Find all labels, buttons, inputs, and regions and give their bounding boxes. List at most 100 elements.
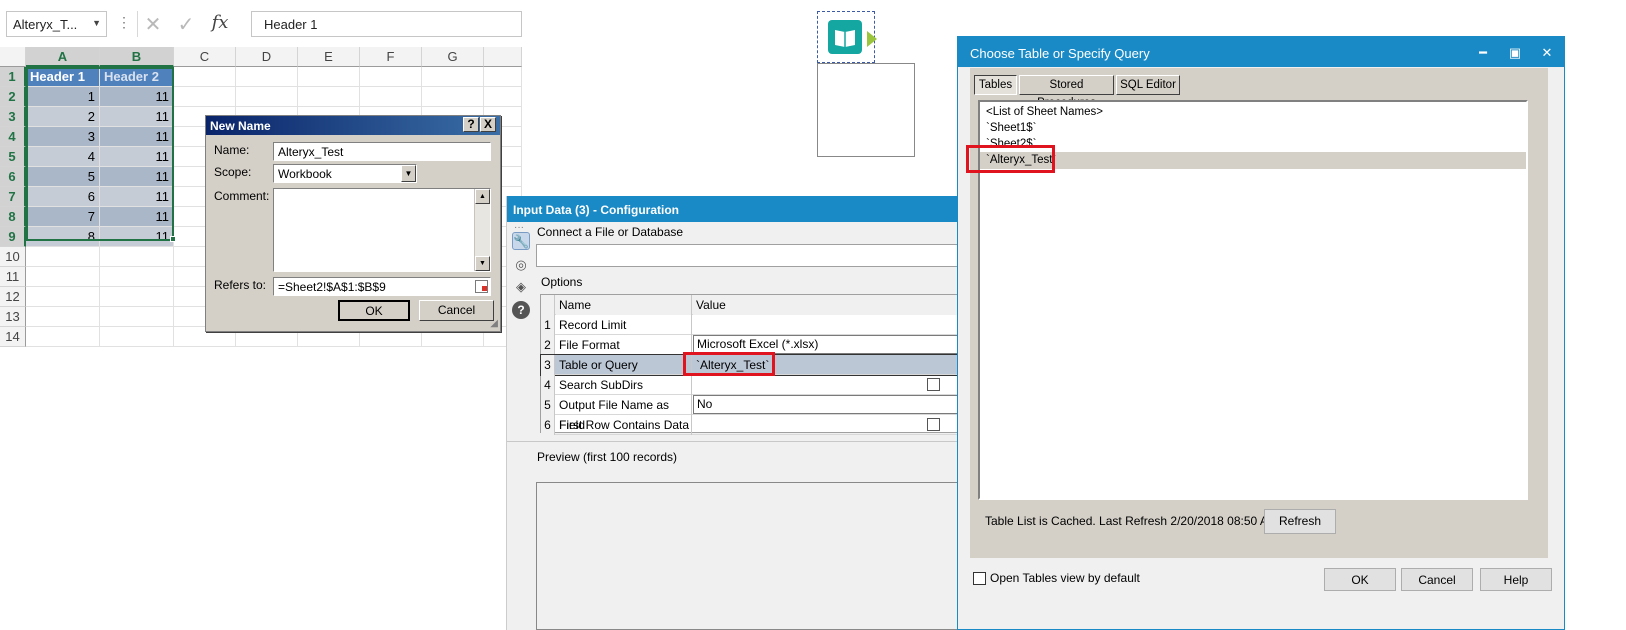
column-header-g[interactable]: G xyxy=(422,47,484,67)
grid-cell[interactable] xyxy=(26,327,100,347)
cancel-button[interactable]: Cancel xyxy=(1401,568,1473,591)
insert-function-icon[interactable]: fx xyxy=(206,12,234,36)
scope-select[interactable]: Workbook ▼ xyxy=(273,164,417,183)
open-tables-checkbox[interactable] xyxy=(973,572,986,585)
scroll-down-icon[interactable]: ▼ xyxy=(475,256,490,271)
grid-cell[interactable] xyxy=(236,67,298,87)
option-value[interactable] xyxy=(693,415,960,435)
row-header[interactable]: 14 xyxy=(0,327,26,347)
grid-cell[interactable] xyxy=(236,87,298,107)
tab-stored-procedures[interactable]: Stored Procedures xyxy=(1019,75,1114,109)
grid-cell[interactable] xyxy=(360,67,422,87)
row-header[interactable]: 13 xyxy=(0,307,26,327)
grid-cell[interactable] xyxy=(484,87,522,107)
formula-bar[interactable]: Header 1 xyxy=(251,11,522,37)
view-icon[interactable]: ◎ xyxy=(512,256,530,274)
input-data-tool-icon[interactable] xyxy=(828,20,862,54)
fill-handle[interactable] xyxy=(170,236,176,242)
confirm-entry-icon[interactable]: ✓ xyxy=(172,12,200,36)
grid-cell[interactable] xyxy=(174,87,236,107)
grid-cell[interactable] xyxy=(422,67,484,87)
ok-button[interactable]: OK xyxy=(1324,568,1396,591)
option-checkbox[interactable] xyxy=(927,418,940,431)
resize-grip-icon[interactable]: ◢ xyxy=(490,318,498,329)
collapse-dialog-icon[interactable] xyxy=(475,280,488,293)
row-header[interactable]: 1 xyxy=(0,67,26,87)
grid-cell[interactable] xyxy=(100,267,174,287)
name-field[interactable]: Alteryx_Test xyxy=(273,142,491,161)
chevron-down-icon[interactable]: ▼ xyxy=(401,165,416,182)
column-header-a[interactable]: A xyxy=(26,47,100,67)
option-value[interactable] xyxy=(693,315,960,335)
row-header[interactable]: 3 xyxy=(0,107,26,127)
help-button[interactable]: Help xyxy=(1480,568,1552,591)
help-button[interactable]: ? xyxy=(463,117,479,132)
grid-cell[interactable] xyxy=(484,67,522,87)
cancel-button[interactable]: Cancel xyxy=(419,300,494,321)
minimize-icon[interactable]: ━ xyxy=(1473,45,1493,61)
grid-cell[interactable] xyxy=(422,87,484,107)
grid-cell[interactable] xyxy=(26,247,100,267)
option-row[interactable]: 1 Record Limit xyxy=(541,315,960,335)
option-value[interactable]: No xyxy=(693,395,960,414)
column-header-f[interactable]: F xyxy=(360,47,422,67)
grid-cell[interactable] xyxy=(360,87,422,107)
row-header[interactable]: 12 xyxy=(0,287,26,307)
scrollbar[interactable]: ▲ ▼ xyxy=(474,189,490,271)
ok-button[interactable]: OK xyxy=(338,300,410,321)
row-header[interactable]: 7 xyxy=(0,187,26,207)
grid-cell[interactable] xyxy=(174,67,236,87)
tables-list[interactable]: <List of Sheet Names> `Sheet1$` `Sheet2$… xyxy=(978,100,1528,500)
list-item-selected[interactable]: `Alteryx_Test` xyxy=(980,152,1526,169)
list-item[interactable]: <List of Sheet Names> xyxy=(986,104,1103,121)
option-row[interactable]: 4 Search SubDirs xyxy=(541,375,960,395)
name-box[interactable]: Alteryx_T... ▼ xyxy=(6,11,107,37)
chevron-down-icon[interactable]: ▼ xyxy=(92,18,101,28)
row-header[interactable]: 6 xyxy=(0,167,26,187)
scroll-up-icon[interactable]: ▲ xyxy=(475,189,490,204)
refers-to-field[interactable]: =Sheet2!$A$1:$B$9 xyxy=(273,277,491,296)
row-header[interactable]: 5 xyxy=(0,147,26,167)
close-icon[interactable]: ✕ xyxy=(1537,45,1557,61)
output-anchor-icon[interactable] xyxy=(867,31,877,47)
grid-cell[interactable] xyxy=(100,327,174,347)
row-header[interactable]: 11 xyxy=(0,267,26,287)
maximize-icon[interactable]: ▣ xyxy=(1505,45,1525,61)
connect-label: Connect a File or Database xyxy=(537,225,684,239)
grid-cell[interactable] xyxy=(26,287,100,307)
tab-tables[interactable]: Tables xyxy=(974,75,1017,95)
connect-file-input[interactable] xyxy=(536,244,959,267)
grid-cell[interactable] xyxy=(298,87,360,107)
wrench-icon[interactable]: 🔧 xyxy=(512,232,530,250)
tab-sql-editor[interactable]: SQL Editor xyxy=(1116,75,1180,95)
grid-cell[interactable] xyxy=(100,247,174,267)
cancel-entry-icon[interactable]: ✕ xyxy=(139,12,167,36)
column-header-h[interactable] xyxy=(484,47,522,67)
select-all-corner[interactable] xyxy=(0,47,26,67)
row-header[interactable]: 9 xyxy=(0,227,26,247)
grid-cell[interactable] xyxy=(26,307,100,327)
close-button[interactable]: X xyxy=(480,117,496,132)
comment-field[interactable]: ▲ ▼ xyxy=(273,188,491,272)
row-header[interactable]: 2 xyxy=(0,87,26,107)
list-item[interactable]: `Sheet1$` xyxy=(986,120,1037,137)
option-value[interactable] xyxy=(693,375,960,395)
highlight-box xyxy=(966,145,1055,173)
row-header[interactable]: 8 xyxy=(0,207,26,227)
column-header-b[interactable]: B xyxy=(100,47,174,67)
tag-icon[interactable]: ◈ xyxy=(512,278,530,296)
refresh-button[interactable]: Refresh xyxy=(1264,509,1336,534)
option-row[interactable]: 6 First Row Contains Data xyxy=(541,415,960,435)
column-header-c[interactable]: C xyxy=(174,47,236,67)
row-header[interactable]: 10 xyxy=(0,247,26,267)
help-icon[interactable]: ? xyxy=(512,301,530,319)
grid-cell[interactable] xyxy=(298,67,360,87)
option-row[interactable]: 5 Output File Name as Field No xyxy=(541,395,960,432)
option-checkbox[interactable] xyxy=(927,378,940,391)
row-header[interactable]: 4 xyxy=(0,127,26,147)
grid-cell[interactable] xyxy=(100,307,174,327)
grid-cell[interactable] xyxy=(100,287,174,307)
grid-cell[interactable] xyxy=(26,267,100,287)
column-header-d[interactable]: D xyxy=(236,47,298,67)
column-header-e[interactable]: E xyxy=(298,47,360,67)
